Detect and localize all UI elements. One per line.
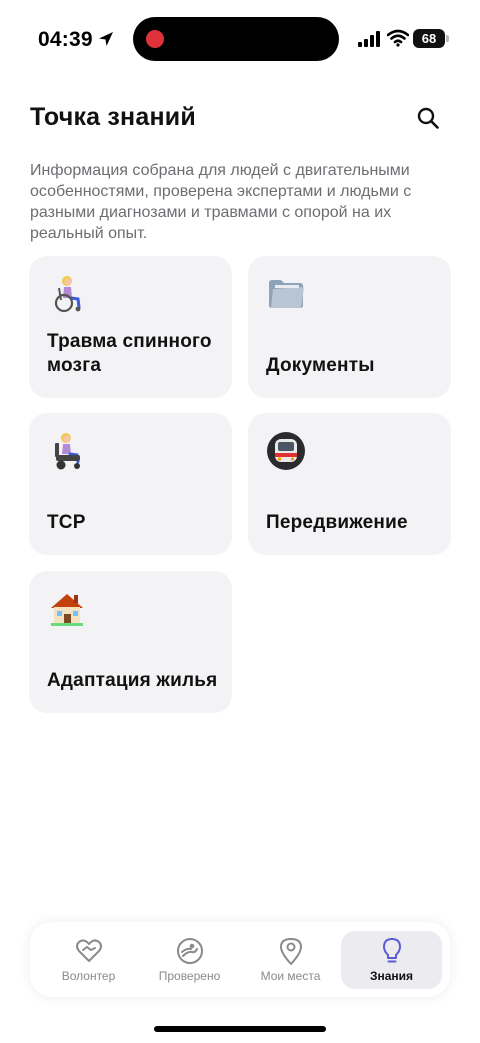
tab-volunteer[interactable]: Волонтер [38, 931, 139, 989]
power-wheelchair-person-icon [55, 433, 80, 470]
house-icon [51, 594, 83, 626]
search-button[interactable] [412, 102, 444, 134]
tab-label: Проверено [158, 969, 221, 983]
status-bar: 04:39 68 [0, 0, 480, 80]
home-indicator[interactable] [154, 1026, 326, 1032]
page-title: Точка знаний [30, 103, 196, 131]
tab-knowledge[interactable]: Знания [341, 930, 442, 989]
search-icon [417, 107, 439, 129]
tab-label: Мои места [260, 969, 321, 983]
card-home-adaptation[interactable]: Адаптация жилья [29, 571, 232, 713]
card-label: Передвижение [266, 512, 408, 533]
wheelchair-person-icon [54, 276, 81, 313]
lightbulb-icon [382, 938, 401, 963]
map-pin-icon [279, 938, 302, 965]
heart-handshake-icon [75, 939, 102, 962]
card-label: Адаптация жилья [47, 670, 218, 691]
dynamic-island [133, 17, 339, 61]
signal-icon [358, 31, 380, 47]
card-label: Документы [266, 355, 375, 376]
status-time: 04:39 [38, 28, 93, 51]
card-tsr[interactable]: ТСР [29, 413, 232, 555]
card-label: Травма спинного мозга [47, 331, 212, 376]
record-dot-icon [146, 30, 164, 48]
tab-label: Знания [369, 969, 414, 983]
card-label: ТСР [47, 512, 86, 533]
folder-icon [269, 280, 304, 308]
verified-badge-icon [176, 938, 203, 964]
wifi-icon [387, 29, 409, 47]
card-spinal-cord-injury[interactable]: Травма спинного мозга [29, 256, 232, 398]
description-text: Информация собрана для людей с двигатель… [30, 162, 412, 242]
tab-label: Волонтер [61, 969, 116, 983]
metro-train-icon [267, 432, 305, 470]
card-documents[interactable]: Документы [248, 256, 451, 398]
card-transport[interactable]: Передвижение [248, 413, 451, 555]
battery-tip [446, 35, 449, 42]
bottom-tab-bar: Волонтер Проверено Мои места Знания [30, 922, 450, 997]
tab-verified[interactable]: Проверено [139, 931, 240, 989]
tab-my-places[interactable]: Мои места [240, 931, 341, 989]
location-arrow-icon [99, 32, 113, 46]
battery-icon: 68 [413, 29, 445, 48]
battery-level: 68 [421, 31, 437, 46]
